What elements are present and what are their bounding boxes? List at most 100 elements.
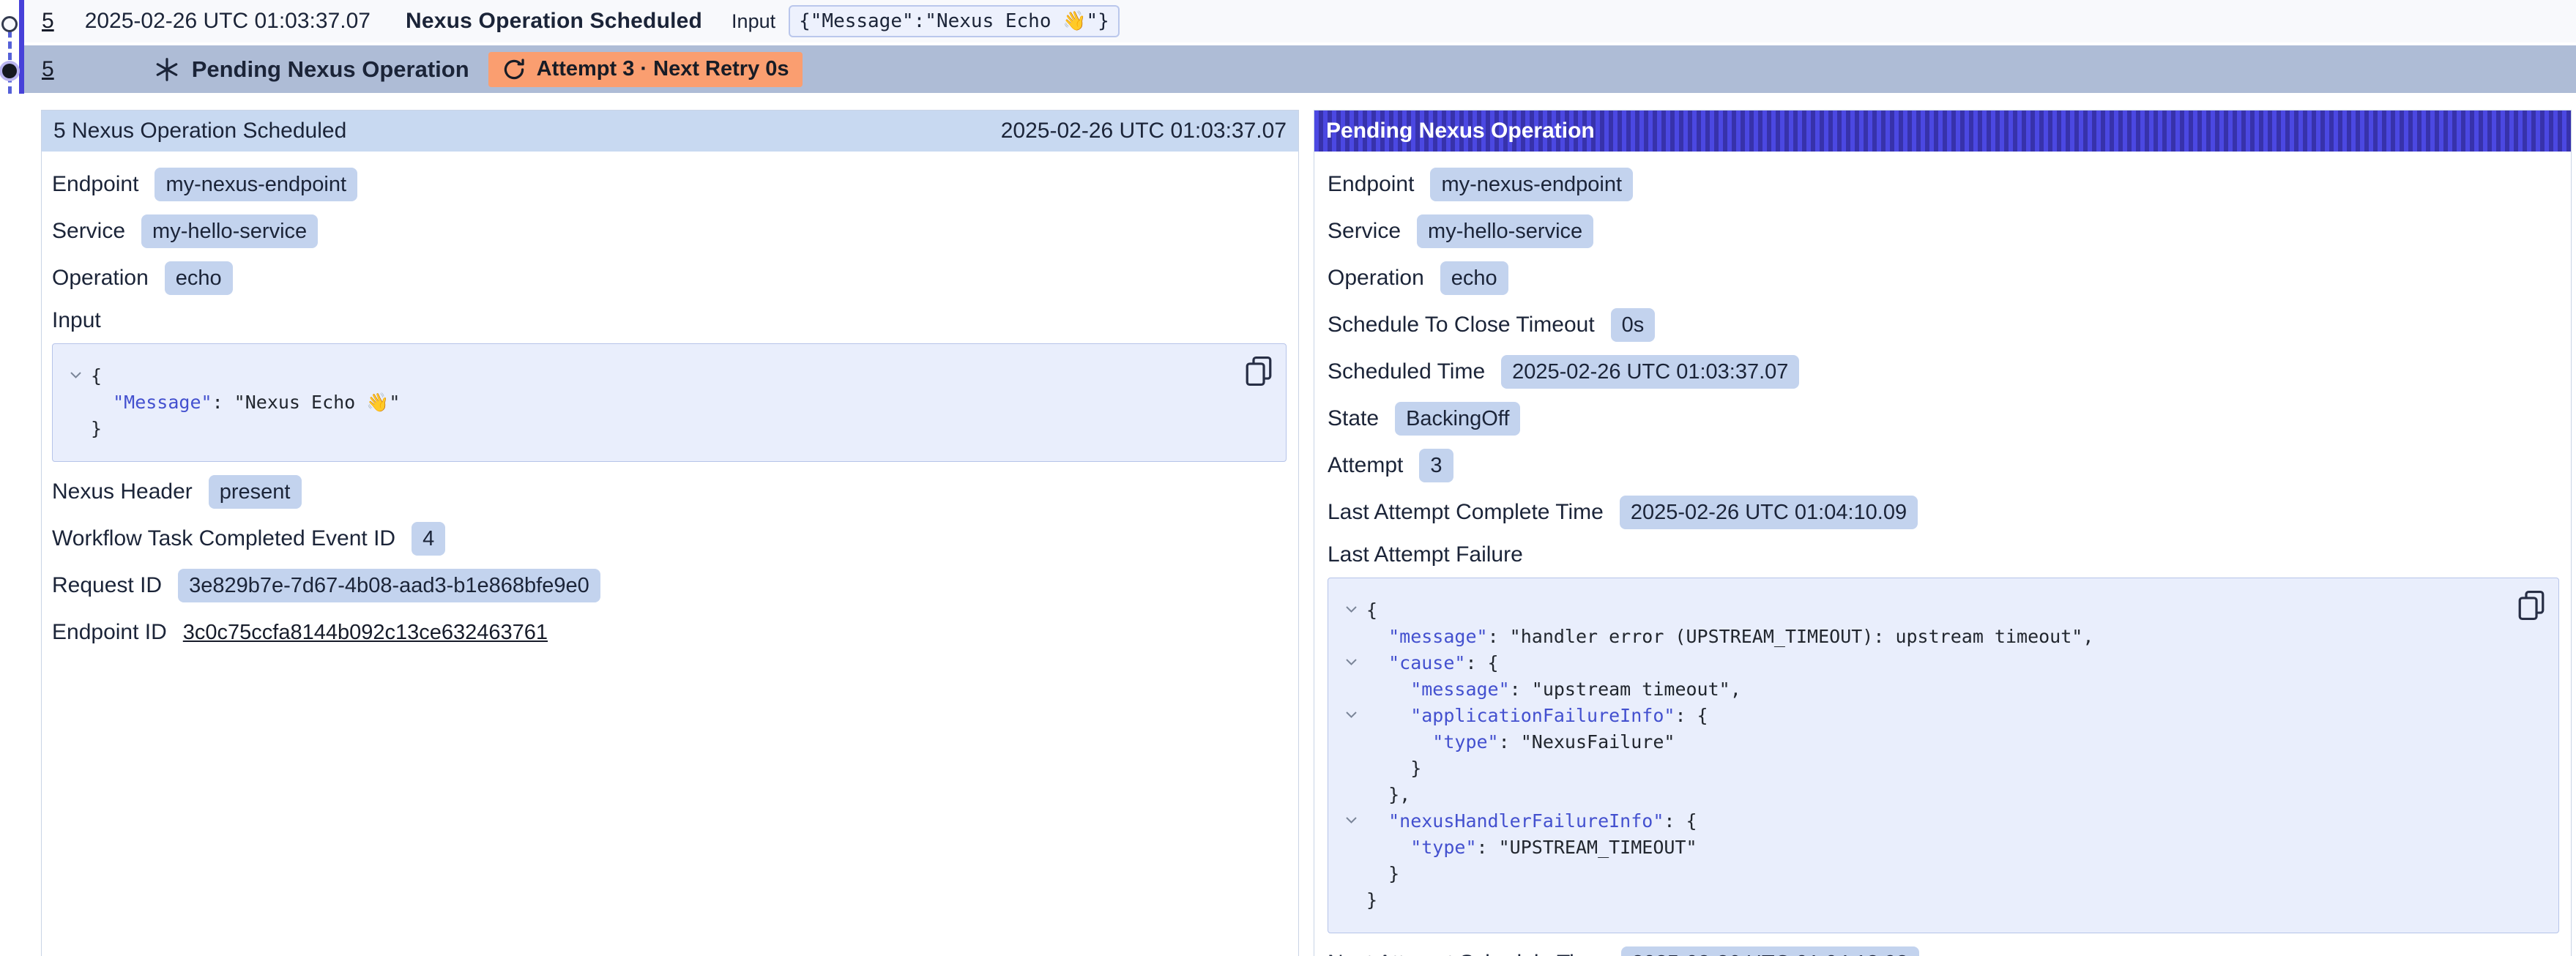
code-line: "message": "handler error (UPSTREAM_TIME… bbox=[1336, 624, 2507, 650]
field-label: Request ID bbox=[52, 573, 162, 598]
code-line: "type": "NexusFailure" bbox=[1336, 729, 2507, 755]
retry-badge-text: Attempt 3 · Next Retry 0s bbox=[537, 57, 789, 81]
field-value-chip: echo bbox=[1440, 261, 1508, 295]
pending-event-id-link[interactable]: 5 bbox=[42, 57, 54, 82]
code-line: } bbox=[60, 416, 1235, 442]
event-history-row[interactable]: 5 2025-02-26 UTC 01:03:37.07 Nexus Opera… bbox=[24, 0, 2576, 42]
code-line: "applicationFailureInfo": { bbox=[1336, 703, 2507, 729]
field-service: Service my-hello-service bbox=[1328, 214, 2559, 248]
pending-operation-header: Pending Nexus Operation bbox=[1314, 111, 2571, 152]
event-input-preview-chip[interactable]: {"Message":"Nexus Echo 👋"} bbox=[789, 5, 1120, 37]
field-last-attempt-failure: Last Attempt Failure {"message": "handler… bbox=[1328, 542, 2559, 933]
field-label: Operation bbox=[52, 266, 149, 291]
copy-icon[interactable] bbox=[2517, 590, 2545, 621]
field-state: State BackingOff bbox=[1328, 402, 2559, 436]
field-label: Attempt bbox=[1328, 453, 1403, 478]
field-value-chip: echo bbox=[165, 261, 233, 295]
field-operation: Operation echo bbox=[1328, 261, 2559, 295]
code-line: { bbox=[60, 363, 1235, 389]
timeline-filled-circle-icon bbox=[2, 64, 17, 78]
field-attempt: Attempt 3 bbox=[1328, 449, 2559, 482]
field-label: Scheduled Time bbox=[1328, 359, 1485, 384]
field-label: Operation bbox=[1328, 266, 1424, 291]
field-value-chip: my-hello-service bbox=[1417, 214, 1593, 248]
field-label: Endpoint bbox=[1328, 172, 1414, 197]
retry-icon bbox=[502, 57, 526, 82]
field-value-chip: BackingOff bbox=[1395, 402, 1520, 436]
code-line: "cause": { bbox=[1336, 650, 2507, 676]
field-label: Service bbox=[1328, 219, 1401, 244]
code-line: { bbox=[1336, 597, 2507, 624]
field-value-chip: 2025-02-26 UTC 01:04:10.09 bbox=[1620, 496, 1918, 529]
field-nexus-header: Nexus Header present bbox=[52, 475, 1287, 509]
event-title: Nexus Operation Scheduled bbox=[406, 9, 702, 34]
field-endpoint: Endpoint my-nexus-endpoint bbox=[1328, 168, 2559, 201]
collapse-chevron-icon[interactable] bbox=[1336, 808, 1366, 824]
field-endpoint: Endpoint my-nexus-endpoint bbox=[52, 168, 1287, 201]
field-input: Input {"Message": "Nexus Echo 👋"} bbox=[52, 308, 1287, 462]
retry-attempt-badge[interactable]: Attempt 3 · Next Retry 0s bbox=[488, 52, 803, 87]
event-detail-panel: 5 Nexus Operation Scheduled 2025-02-26 U… bbox=[41, 110, 1299, 956]
field-scheduled-time: Scheduled Time 2025-02-26 UTC 01:03:37.07 bbox=[1328, 355, 2559, 389]
code-line: } bbox=[1336, 755, 2507, 782]
field-label: Input bbox=[52, 308, 1287, 333]
timeline-open-circle-icon bbox=[1, 16, 18, 32]
pending-operation-body: Endpoint my-nexus-endpoint Service my-hello… bbox=[1314, 152, 2571, 956]
event-timestamp: 2025-02-26 UTC 01:03:37.07 bbox=[85, 9, 371, 34]
field-label: Endpoint bbox=[52, 172, 138, 197]
field-workflow-task-completed-event-id: Workflow Task Completed Event ID 4 bbox=[52, 522, 1287, 556]
active-event-indicator-bar bbox=[19, 0, 24, 94]
event-detail-header: 5 Nexus Operation Scheduled 2025-02-26 U… bbox=[42, 111, 1298, 152]
code-line: } bbox=[1336, 861, 2507, 887]
field-value-chip: my-nexus-endpoint bbox=[155, 168, 357, 201]
pending-operation-panel: Pending Nexus Operation Endpoint my-nexus… bbox=[1314, 110, 2572, 956]
field-next-attempt-schedule-time: Next Attempt Schedule Time2025-02-26 UTC… bbox=[1328, 946, 2559, 956]
event-detail-body: Endpoint my-nexus-endpoint Service my-hello… bbox=[42, 152, 1298, 649]
field-label: Last Attempt Failure bbox=[1328, 542, 2559, 567]
field-value-link[interactable]: 3c0c75ccfa8144b092c13ce632463761 bbox=[183, 621, 548, 645]
field-value-chip: my-hello-service bbox=[141, 214, 318, 248]
field-value-chip: my-nexus-endpoint bbox=[1430, 168, 1633, 201]
field-schedule-to-close-timeout: Schedule To Close Timeout 0s bbox=[1328, 308, 2559, 342]
copy-icon[interactable] bbox=[1245, 356, 1273, 386]
last-attempt-failure-json: {"message": "handler error (UPSTREAM_TIM… bbox=[1328, 578, 2559, 933]
pending-operation-row[interactable]: 5 Pending Nexus Operation Attempt 3 · Ne… bbox=[24, 45, 2576, 93]
field-value-chip: 2025-02-26 UTC 01:04:13.93 bbox=[1621, 946, 1919, 956]
code-line: "message": "upstream timeout", bbox=[1336, 676, 2507, 703]
field-label: Workflow Task Completed Event ID bbox=[52, 526, 395, 551]
code-line: } bbox=[1336, 887, 2507, 914]
code-line: }, bbox=[1336, 782, 2507, 808]
field-label: Nexus Header bbox=[52, 479, 193, 504]
asterisk-pending-icon bbox=[154, 56, 180, 83]
field-request-id: Request ID 3e829b7e-7d67-4b08-aad3-b1e868… bbox=[52, 569, 1287, 602]
pending-title: Pending Nexus Operation bbox=[192, 56, 469, 83]
field-value-chip: 4 bbox=[412, 522, 445, 556]
code-line: "type": "UPSTREAM_TIMEOUT" bbox=[1336, 834, 2507, 861]
field-value-chip: 0s bbox=[1611, 308, 1656, 342]
field-last-attempt-complete-time: Last Attempt Complete Time 2025-02-26 UTC… bbox=[1328, 496, 2559, 529]
event-detail-title: 5 Nexus Operation Scheduled bbox=[53, 119, 346, 143]
field-value-chip: 3 bbox=[1419, 449, 1453, 482]
field-label: Schedule To Close Timeout bbox=[1328, 313, 1595, 337]
field-label: Endpoint ID bbox=[52, 620, 167, 645]
code-line: "Message": "Nexus Echo 👋" bbox=[60, 389, 1235, 416]
field-value-chip: present bbox=[209, 475, 302, 509]
event-id-link[interactable]: 5 bbox=[42, 9, 54, 34]
field-endpoint-id: Endpoint ID 3c0c75ccfa8144b092c13ce632463… bbox=[52, 616, 1287, 649]
collapse-chevron-icon[interactable] bbox=[1336, 650, 1366, 666]
pending-operation-title: Pending Nexus Operation bbox=[1326, 119, 1595, 143]
collapse-chevron-icon[interactable] bbox=[1336, 597, 1366, 613]
field-service: Service my-hello-service bbox=[52, 214, 1287, 248]
event-input-label: Input bbox=[732, 10, 775, 33]
collapse-chevron-icon[interactable] bbox=[60, 363, 91, 379]
field-operation: Operation echo bbox=[52, 261, 1287, 295]
field-label: Last Attempt Complete Time bbox=[1328, 500, 1604, 525]
event-detail-timestamp: 2025-02-26 UTC 01:03:37.07 bbox=[1001, 119, 1287, 143]
field-label: Service bbox=[52, 219, 125, 244]
collapse-chevron-icon[interactable] bbox=[1336, 703, 1366, 719]
field-value-chip: 3e829b7e-7d67-4b08-aad3-b1e868bfe9e0 bbox=[178, 569, 600, 602]
code-line: "nexusHandlerFailureInfo": { bbox=[1336, 808, 2507, 834]
input-json: {"Message": "Nexus Echo 👋"} bbox=[52, 343, 1287, 462]
field-label: State bbox=[1328, 406, 1379, 431]
field-value-chip: 2025-02-26 UTC 01:03:37.07 bbox=[1501, 355, 1799, 389]
